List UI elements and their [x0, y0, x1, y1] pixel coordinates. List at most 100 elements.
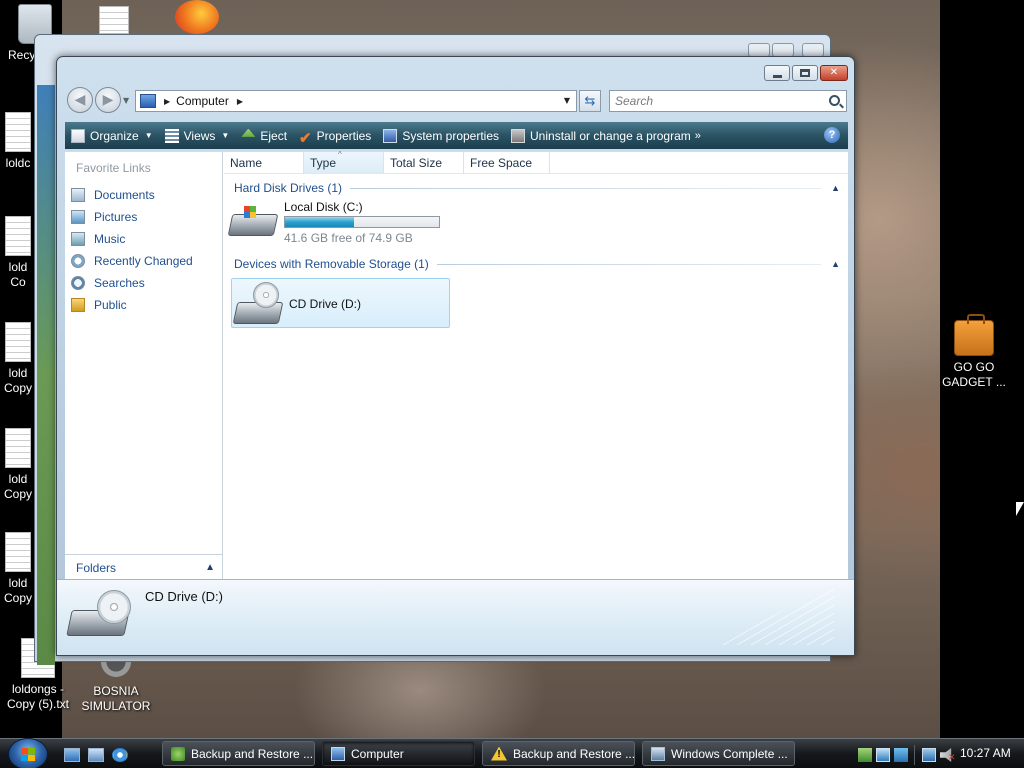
desktop-icon-file-5[interactable]: lold Copy: [0, 532, 36, 606]
taskbar-button-label: Computer: [351, 746, 404, 761]
help-icon[interactable]: ?: [824, 127, 840, 143]
desktop-icon-file-2[interactable]: lold Co: [0, 216, 36, 290]
maximize-button[interactable]: [792, 65, 818, 81]
address-bar[interactable]: ▶ Computer ▶ ▼: [135, 90, 577, 112]
forward-arrow-icon: ▶: [102, 92, 114, 108]
nav-item-searches[interactable]: Searches: [71, 272, 193, 294]
tray-app-icon[interactable]: [876, 748, 890, 762]
taskbar-button-computer[interactable]: Computer: [322, 741, 475, 766]
minimize-icon: [772, 74, 782, 78]
system-clock[interactable]: 10:27 AM: [960, 746, 1011, 760]
taskbar-button-backup-restore-warning[interactable]: ! Backup and Restore ...: [482, 741, 635, 766]
organize-button[interactable]: Organize ▼: [65, 122, 159, 149]
folders-toggle[interactable]: Folders ▲: [65, 554, 223, 580]
column-header-free-space[interactable]: Free Space: [464, 152, 550, 174]
eject-label: Eject: [260, 128, 288, 143]
nav-item-label: Music: [94, 232, 126, 246]
minimize-button[interactable]: [764, 65, 790, 81]
drive-local-disk-c[interactable]: Local Disk (C:) 41.6 GB free of 74.9 GB: [227, 200, 450, 246]
forward-button[interactable]: ▶: [95, 87, 121, 113]
desktop-icon-firefox[interactable]: [172, 0, 222, 38]
switch-windows-icon[interactable]: [88, 748, 104, 762]
text-file-icon: [5, 112, 31, 152]
views-button[interactable]: Views ▼: [159, 122, 236, 149]
explorer-window[interactable]: ✕ ◀ ▶ ▼ ▶ Computer ▶ ▼ ⇆ Organize ▼ View…: [56, 56, 855, 656]
uninstall-program-button[interactable]: Uninstall or change a program »: [505, 122, 707, 149]
content-area: Favorite Links Documents Pictures Music …: [65, 150, 848, 580]
tray-app-icon[interactable]: [858, 748, 872, 762]
group-header-removable-storage[interactable]: Devices with Removable Storage (1) ▲: [234, 256, 840, 272]
organize-icon: [71, 128, 85, 143]
details-item-name: CD Drive (D:): [145, 589, 223, 604]
taskbar-button-windows-complete[interactable]: Windows Complete ...: [642, 741, 795, 766]
network-icon[interactable]: [922, 748, 936, 762]
windows-logo-icon: [244, 206, 256, 218]
drive-cd-drive-d[interactable]: CD Drive (D:): [231, 278, 450, 328]
system-properties-icon: [383, 128, 398, 143]
music-icon: [71, 232, 85, 246]
desktop-icon-file-1[interactable]: loldc: [0, 112, 36, 171]
desktop-icon-file-4[interactable]: lold Copy: [0, 428, 36, 502]
drive-name: Local Disk (C:): [284, 200, 363, 214]
file-list-pane: Name ^ Type Total Size Free Space Hard D…: [224, 150, 848, 580]
close-button[interactable]: ✕: [820, 65, 848, 81]
desktop-icon-label: lold Copy: [3, 576, 32, 605]
column-headers: Name ^ Type Total Size Free Space: [224, 150, 848, 174]
nav-item-recently-changed[interactable]: Recently Changed: [71, 250, 193, 272]
group-header-hard-disk-drives[interactable]: Hard Disk Drives (1) ▲: [234, 180, 840, 196]
show-desktop-icon[interactable]: [64, 748, 80, 762]
column-header-name[interactable]: Name: [224, 152, 304, 174]
breadcrumb-arrow-icon[interactable]: ▶: [237, 97, 243, 106]
chevron-up-icon[interactable]: ▲: [831, 183, 840, 193]
search-box[interactable]: [609, 90, 847, 112]
cd-drive-icon: [232, 282, 284, 326]
desktop-icon-file-3[interactable]: lold Copy: [0, 322, 36, 396]
properties-button[interactable]: ✔ Properties: [293, 122, 377, 149]
start-button[interactable]: [8, 738, 48, 768]
favorite-links-heading: Favorite Links: [76, 161, 151, 175]
system-properties-button[interactable]: System properties: [377, 122, 505, 149]
back-button[interactable]: ◀: [67, 87, 93, 113]
refresh-button[interactable]: ⇆: [579, 90, 601, 112]
taskbar-button-label: Windows Complete ...: [671, 746, 788, 761]
group-divider: [436, 263, 822, 265]
tray-app-icon[interactable]: [894, 748, 908, 762]
close-icon[interactable]: [802, 43, 824, 57]
window-controls: ✕: [764, 65, 848, 81]
breadcrumb-computer[interactable]: Computer: [176, 94, 229, 108]
briefcase-icon: [954, 314, 994, 356]
desktop-icon-go-go-gadget[interactable]: GO GO GADGET ...: [936, 314, 1012, 390]
mouse-cursor-icon: [1016, 502, 1024, 516]
eject-button[interactable]: Eject: [235, 122, 293, 149]
address-dropdown-icon[interactable]: ▼: [564, 96, 570, 105]
details-pane: CD Drive (D:): [57, 579, 854, 655]
internet-explorer-icon[interactable]: [112, 748, 128, 762]
breadcrumb-arrow-icon[interactable]: ▶: [164, 97, 170, 106]
views-icon: [164, 128, 179, 143]
nav-item-music[interactable]: Music: [71, 228, 193, 250]
search-input[interactable]: [610, 91, 810, 111]
chevron-up-icon[interactable]: ▲: [831, 259, 840, 269]
column-header-type[interactable]: ^ Type: [304, 150, 384, 174]
minimize-icon[interactable]: [748, 43, 770, 57]
recent-pages-dropdown[interactable]: ▼: [123, 96, 129, 105]
column-header-label: Type: [310, 156, 337, 170]
taskbar-button-backup-restore[interactable]: Backup and Restore ...: [162, 741, 315, 766]
desktop-icon-label: lold Co: [8, 260, 28, 289]
nav-item-label: Public: [94, 298, 127, 312]
cd-disc-icon: [97, 590, 131, 624]
views-label: Views: [183, 128, 216, 143]
navigation-pane: Favorite Links Documents Pictures Music …: [65, 152, 223, 580]
column-header-total-size[interactable]: Total Size: [384, 152, 464, 174]
nav-item-label: Pictures: [94, 210, 138, 224]
more-commands-icon[interactable]: »: [695, 130, 701, 142]
nav-item-documents[interactable]: Documents: [71, 184, 193, 206]
search-icon[interactable]: [829, 95, 840, 106]
background-window-sidebar: [37, 85, 55, 665]
maximize-icon[interactable]: [772, 43, 794, 57]
nav-item-pictures[interactable]: Pictures: [71, 206, 193, 228]
nav-item-label: Documents: [94, 188, 155, 202]
nav-item-public[interactable]: Public: [71, 294, 193, 316]
backup-restore-icon: [171, 746, 185, 761]
recently-changed-icon: [71, 254, 85, 268]
